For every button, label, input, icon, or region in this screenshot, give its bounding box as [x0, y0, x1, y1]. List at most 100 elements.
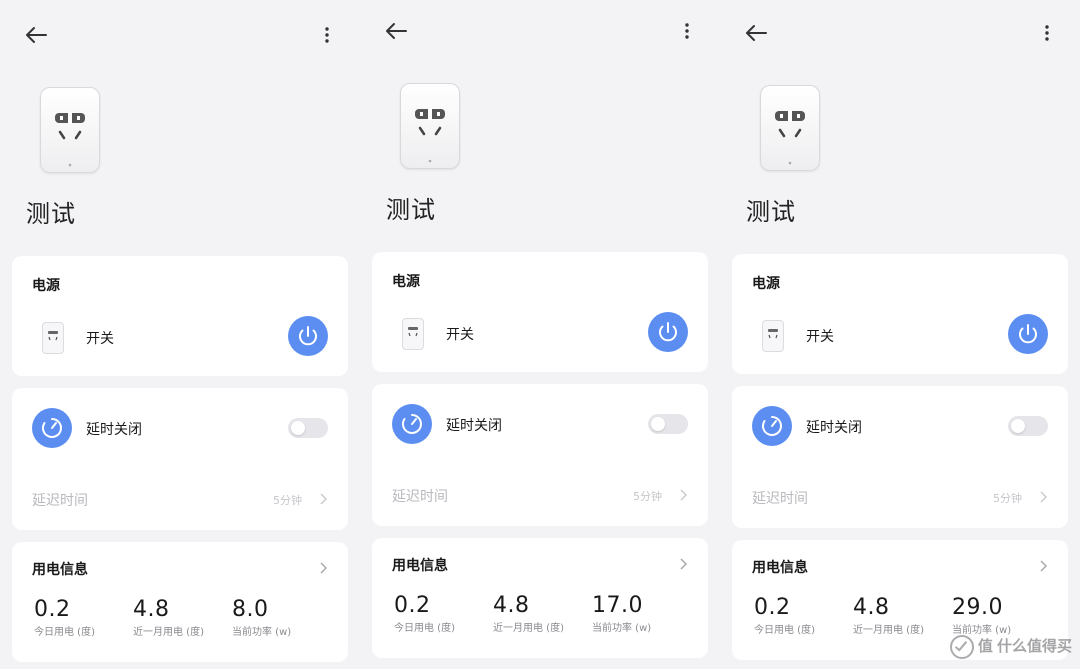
switch-label: 开关: [446, 327, 474, 343]
current-power-value: 8.0: [232, 597, 269, 622]
energy-section-title: 用电信息: [392, 558, 448, 574]
back-arrow-icon[interactable]: [18, 17, 54, 53]
stat-power: 17.0 当前功率 (w): [592, 593, 651, 634]
delay-time-label: 延迟时间: [752, 491, 808, 507]
back-arrow-icon[interactable]: [738, 15, 774, 51]
stat-power: 8.0 当前功率 (w): [232, 597, 291, 638]
current-power-label: 当前功率 (w): [952, 625, 1012, 636]
power-icon: [299, 326, 317, 346]
plug-thumbnail-icon: [402, 318, 424, 350]
timer-card: 延时关闭 延迟时间 5分钟: [732, 386, 1068, 528]
stat-month: 4.8 近一月用电 (度): [133, 597, 204, 638]
stat-today: 0.2 今日用电 (度): [754, 595, 815, 636]
current-power-label: 当前功率 (w): [592, 623, 652, 634]
phone-screen-3: 测试 电源 开关 延时关闭 延迟时间 5分钟 用电信息 0.2 今日用电 (度)…: [720, 0, 1080, 669]
device-title: 测试: [26, 200, 76, 228]
today-energy-label: 今日用电 (度): [394, 623, 455, 634]
current-power-value: 17.0: [592, 593, 643, 618]
delay-time-label: 延迟时间: [392, 489, 448, 505]
back-arrow-icon[interactable]: [378, 13, 414, 49]
device-title: 测试: [386, 196, 436, 224]
month-energy-value: 4.8: [133, 597, 170, 622]
more-vertical-icon[interactable]: [1032, 15, 1062, 51]
timer-toggle[interactable]: [1008, 416, 1048, 436]
delay-time-value: 5分钟: [633, 490, 662, 503]
toggle-knob: [1011, 419, 1025, 433]
stat-today: 0.2 今日用电 (度): [34, 597, 95, 638]
top-bar: [0, 17, 360, 57]
stat-today: 0.2 今日用电 (度): [394, 593, 455, 634]
watermark: 值 什么值得买: [949, 635, 1072, 659]
month-energy-value: 4.8: [493, 593, 530, 618]
more-vertical-icon[interactable]: [312, 17, 342, 53]
delay-time-row[interactable]: 延迟时间 5分钟: [12, 490, 348, 514]
phone-screen-1: 测试 电源 开关 延时关闭 延迟时间 5分钟 用电信息 0.2 今日用电 (度)…: [0, 0, 360, 669]
energy-card: 用电信息 0.2 今日用电 (度) 4.8 近一月用电 (度) 17.0 当前功…: [372, 538, 708, 658]
timer-label: 延时关闭: [806, 420, 862, 436]
phone-screen-2: 测试 电源 开关 延时关闭 延迟时间 5分钟 用电信息 0.2 今日用电 (度)…: [360, 0, 720, 669]
month-energy-value: 4.8: [853, 595, 890, 620]
plug-thumbnail-icon: [42, 322, 64, 354]
power-icon: [659, 322, 677, 342]
stat-month: 4.8 近一月用电 (度): [493, 593, 564, 634]
chevron-right-icon[interactable]: [318, 561, 328, 575]
stat-month: 4.8 近一月用电 (度): [853, 595, 924, 636]
more-vertical-icon[interactable]: [672, 13, 702, 49]
stat-power: 29.0 当前功率 (w): [952, 595, 1011, 636]
toggle-knob: [291, 421, 305, 435]
plug-thumbnail-icon: [762, 320, 784, 352]
energy-card: 用电信息 0.2 今日用电 (度) 4.8 近一月用电 (度) 8.0 当前功率…: [12, 542, 348, 662]
power-card: 电源 开关: [12, 256, 348, 376]
timer-card: 延时关闭 延迟时间 5分钟: [12, 388, 348, 530]
today-energy-label: 今日用电 (度): [754, 625, 815, 636]
watermark-text: 值 什么值得买: [977, 637, 1072, 655]
energy-section-title: 用电信息: [752, 560, 808, 576]
today-energy-label: 今日用电 (度): [34, 627, 95, 638]
top-bar: [720, 15, 1080, 55]
timer-toggle[interactable]: [648, 414, 688, 434]
delay-time-row[interactable]: 延迟时间 5分钟: [732, 488, 1068, 512]
today-energy-value: 0.2: [394, 593, 431, 618]
device-title: 测试: [746, 198, 796, 226]
top-bar: [360, 13, 720, 53]
power-section-title: 电源: [752, 276, 780, 292]
power-icon: [1019, 324, 1037, 344]
month-energy-label: 近一月用电 (度): [493, 623, 564, 634]
power-section-title: 电源: [32, 278, 60, 294]
current-power-value: 29.0: [952, 595, 1003, 620]
switch-label: 开关: [806, 329, 834, 345]
timer-icon: [392, 404, 432, 444]
watermark-logo-icon: [949, 635, 974, 659]
chevron-right-icon: [680, 489, 688, 501]
timer-toggle[interactable]: [288, 418, 328, 438]
smart-plug-icon: [760, 85, 820, 171]
switch-label: 开关: [86, 331, 114, 347]
today-energy-value: 0.2: [34, 597, 71, 622]
chevron-right-icon: [1040, 491, 1048, 503]
timer-label: 延时关闭: [86, 422, 142, 438]
chevron-right-icon: [320, 493, 328, 505]
timer-card: 延时关闭 延迟时间 5分钟: [372, 384, 708, 526]
energy-section-title: 用电信息: [32, 562, 88, 578]
screenshot-collage: 测试 电源 开关 延时关闭 延迟时间 5分钟 用电信息 0.2 今日用电 (度)…: [0, 0, 1080, 669]
delay-time-value: 5分钟: [273, 494, 302, 507]
current-power-label: 当前功率 (w): [232, 627, 292, 638]
smart-plug-icon: [400, 83, 460, 169]
power-toggle-button[interactable]: [288, 316, 328, 356]
today-energy-value: 0.2: [754, 595, 791, 620]
power-card: 电源 开关: [372, 252, 708, 372]
power-toggle-button[interactable]: [648, 312, 688, 352]
timer-label: 延时关闭: [446, 418, 502, 434]
chevron-right-icon[interactable]: [1038, 559, 1048, 573]
toggle-knob: [651, 417, 665, 431]
delay-time-label: 延迟时间: [32, 493, 88, 509]
power-toggle-button[interactable]: [1008, 314, 1048, 354]
timer-icon: [32, 408, 72, 448]
power-section-title: 电源: [392, 274, 420, 290]
month-energy-label: 近一月用电 (度): [853, 625, 924, 636]
smart-plug-icon: [40, 87, 100, 173]
power-card: 电源 开关: [732, 254, 1068, 374]
delay-time-row[interactable]: 延迟时间 5分钟: [372, 486, 708, 510]
delay-time-value: 5分钟: [993, 492, 1022, 505]
chevron-right-icon[interactable]: [678, 557, 688, 571]
